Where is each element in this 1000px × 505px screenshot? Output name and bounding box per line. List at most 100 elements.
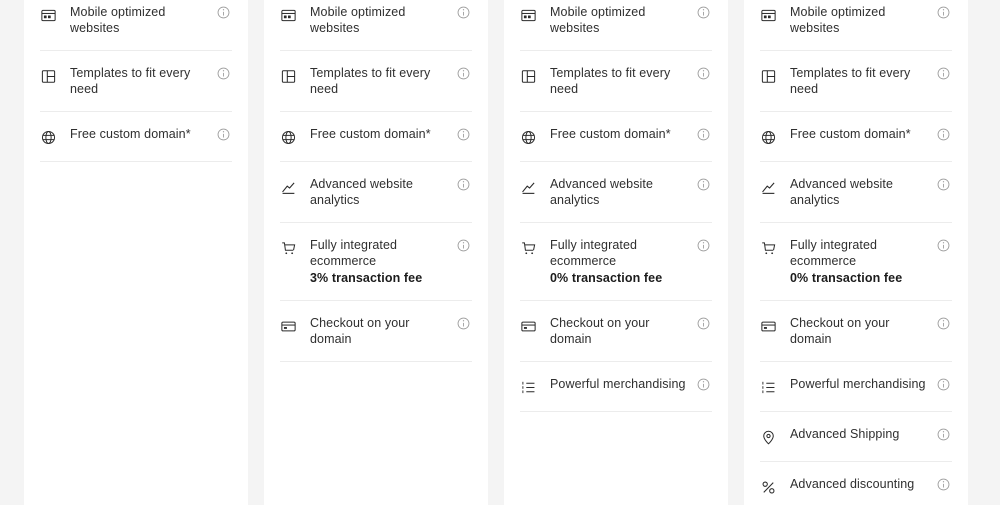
credit-card-icon [520, 316, 544, 336]
info-icon[interactable] [696, 5, 712, 21]
feature-text: Powerful merchandising [550, 376, 696, 392]
feature-text: Checkout on your domain [550, 315, 696, 347]
feature-label: Templates to fit every need [790, 66, 911, 96]
info-icon[interactable] [216, 5, 232, 21]
feature-row: Checkout on your domain [280, 301, 472, 362]
feature-row: Advanced website analytics [280, 162, 472, 223]
feature-text: Free custom domain* [70, 126, 216, 142]
feature-text: Mobile optimized websites [310, 4, 456, 36]
info-icon[interactable] [936, 377, 952, 393]
feature-list: Mobile optimized websites Templates to fi… [24, 0, 248, 162]
feature-label: Mobile optimized websites [70, 5, 166, 35]
info-icon[interactable] [936, 127, 952, 143]
feature-text: Advanced discounting [790, 476, 936, 492]
feature-label: Advanced website analytics [310, 177, 414, 207]
info-icon[interactable] [936, 177, 952, 193]
feature-row: Free custom domain* [760, 112, 952, 162]
feature-row: Templates to fit every need [760, 51, 952, 112]
globe-icon [280, 127, 304, 147]
plan-column-2: Mobile optimized websites Templates to fi… [264, 0, 488, 505]
info-icon[interactable] [456, 5, 472, 21]
plan-column-4: Mobile optimized websites Templates to fi… [744, 0, 968, 505]
feature-row: Mobile optimized websites [280, 0, 472, 51]
info-icon[interactable] [696, 127, 712, 143]
feature-list: Mobile optimized websites Templates to fi… [264, 0, 488, 362]
feature-row: Checkout on your domain [760, 301, 952, 362]
feature-row: Advanced discounting [760, 462, 952, 505]
shopping-cart-icon [280, 238, 304, 258]
info-icon[interactable] [456, 316, 472, 332]
info-icon[interactable] [936, 427, 952, 443]
feature-row: Mobile optimized websites [520, 0, 712, 51]
feature-label: Checkout on your domain [550, 316, 650, 346]
feature-row: Powerful merchandising [760, 362, 952, 412]
globe-icon [520, 127, 544, 147]
plan-comparison-board: Mobile optimized websites Templates to fi… [0, 0, 1000, 505]
feature-label: Free custom domain* [550, 127, 671, 141]
ordered-list-icon [520, 377, 544, 397]
feature-label: Fully integrated ecommerce [550, 238, 638, 268]
feature-text: Free custom domain* [550, 126, 696, 142]
info-icon[interactable] [696, 66, 712, 82]
info-icon[interactable] [936, 477, 952, 493]
feature-text: Mobile optimized websites [790, 4, 936, 36]
feature-label: Templates to fit every need [310, 66, 431, 96]
feature-text: Checkout on your domain [310, 315, 456, 347]
info-icon[interactable] [456, 177, 472, 193]
ordered-list-icon [760, 377, 784, 397]
info-icon[interactable] [456, 127, 472, 143]
layout-template-icon [280, 66, 304, 86]
feature-label: Advanced website analytics [790, 177, 894, 207]
info-icon[interactable] [216, 66, 232, 82]
feature-label: Free custom domain* [70, 127, 191, 141]
feature-label: Mobile optimized websites [790, 5, 886, 35]
feature-row: Templates to fit every need [520, 51, 712, 112]
feature-text: Mobile optimized websites [550, 4, 696, 36]
page-left-gutter [0, 0, 24, 505]
feature-sublabel: 3% transaction fee [310, 271, 423, 285]
feature-label: Fully integrated ecommerce [790, 238, 878, 268]
feature-text: Templates to fit every need [550, 65, 696, 97]
feature-text: Advanced website analytics [550, 176, 696, 208]
feature-label: Mobile optimized websites [310, 5, 406, 35]
feature-label: Templates to fit every need [70, 66, 191, 96]
info-icon[interactable] [936, 66, 952, 82]
analytics-chart-icon [520, 177, 544, 197]
feature-label: Checkout on your domain [790, 316, 890, 346]
feature-row: Mobile optimized websites [40, 0, 232, 51]
feature-list: Mobile optimized websites Templates to fi… [744, 0, 968, 505]
plan-column-1: Mobile optimized websites Templates to fi… [24, 0, 248, 505]
info-icon[interactable] [696, 316, 712, 332]
feature-row: Templates to fit every need [40, 51, 232, 112]
analytics-chart-icon [760, 177, 784, 197]
feature-row: Free custom domain* [520, 112, 712, 162]
info-icon[interactable] [936, 5, 952, 21]
info-icon[interactable] [696, 377, 712, 393]
feature-sublabel: 0% transaction fee [550, 271, 663, 285]
feature-text: Fully integrated ecommerce 0% transaction… [790, 237, 936, 286]
info-icon[interactable] [456, 66, 472, 82]
info-icon[interactable] [936, 238, 952, 254]
plan-column-3: Mobile optimized websites Templates to fi… [504, 0, 728, 505]
feature-text: Mobile optimized websites [70, 4, 216, 36]
info-icon[interactable] [696, 238, 712, 254]
feature-row: Powerful merchandising [520, 362, 712, 412]
location-pin-icon [760, 427, 784, 447]
feature-row: Checkout on your domain [520, 301, 712, 362]
info-icon[interactable] [456, 238, 472, 254]
feature-text: Free custom domain* [790, 126, 936, 142]
info-icon[interactable] [936, 316, 952, 332]
info-icon[interactable] [216, 127, 232, 143]
feature-sublabel: 0% transaction fee [790, 271, 903, 285]
feature-row: Advanced website analytics [520, 162, 712, 223]
feature-label: Free custom domain* [790, 127, 911, 141]
feature-row: Fully integrated ecommerce 0% transaction… [760, 223, 952, 301]
browser-window-icon [520, 5, 544, 25]
page-right-gutter [976, 0, 1000, 505]
info-icon[interactable] [696, 177, 712, 193]
feature-text: Free custom domain* [310, 126, 456, 142]
feature-text: Powerful merchandising [790, 376, 936, 392]
feature-row: Free custom domain* [40, 112, 232, 162]
browser-window-icon [760, 5, 784, 25]
feature-text: Templates to fit every need [310, 65, 456, 97]
